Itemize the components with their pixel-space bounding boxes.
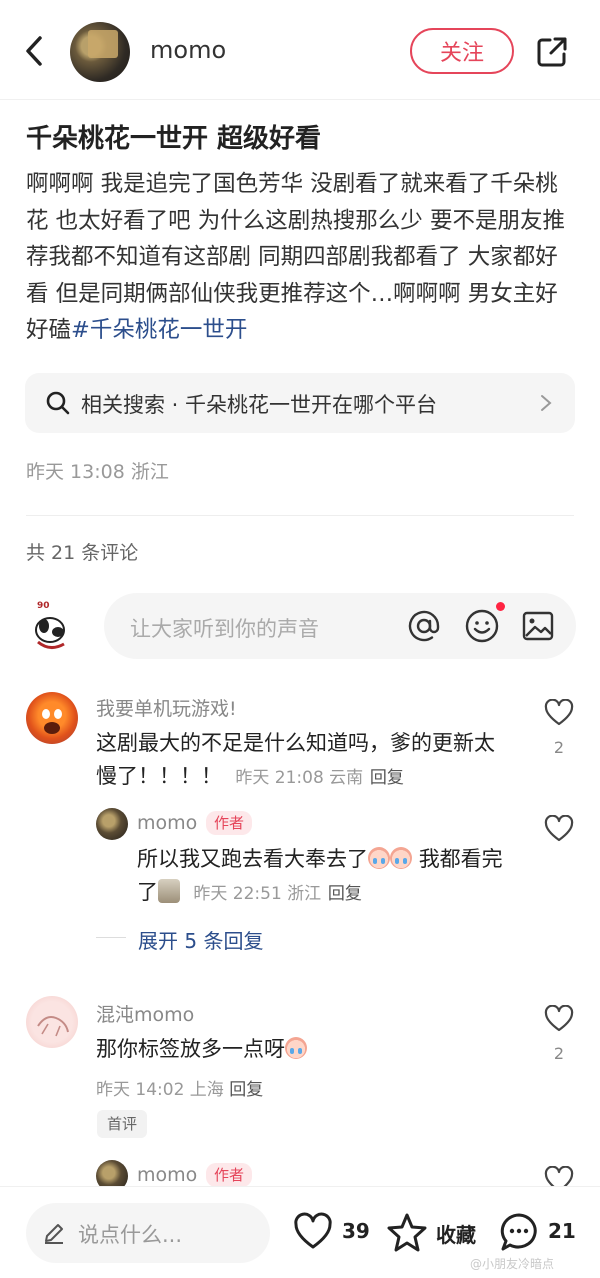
watermark: @小朋友冷暗点 bbox=[470, 1257, 555, 1271]
author-avatar[interactable] bbox=[70, 22, 130, 82]
comment-bubble-icon[interactable] bbox=[498, 1211, 540, 1253]
crying-emoji-icon bbox=[285, 1037, 307, 1059]
heart-icon[interactable] bbox=[292, 1211, 334, 1253]
like-count: 2 bbox=[553, 738, 565, 757]
image-icon[interactable] bbox=[520, 608, 556, 644]
author-tag: 作者 bbox=[206, 1163, 253, 1187]
comment-input[interactable]: 说点什么... bbox=[26, 1203, 270, 1263]
author-tag: 作者 bbox=[206, 811, 253, 835]
post-body: 啊啊啊 我是追完了国色芳华 没剧看了就来看了千朵桃花 也太好看了吧 为什么这剧热… bbox=[26, 166, 578, 349]
reply-button[interactable]: 回复 bbox=[328, 884, 362, 904]
commenter-name[interactable]: 我要单机玩游戏! bbox=[96, 694, 237, 721]
top-bar: momo 关注 bbox=[0, 0, 600, 100]
expand-divider bbox=[96, 937, 126, 938]
emoji-icon[interactable] bbox=[464, 608, 500, 644]
comment-count: 共 21 条评论 bbox=[26, 542, 139, 564]
comment-time-location: 昨天 14:02 上海 bbox=[96, 1080, 224, 1100]
comment-time-location: 昨天 21:08 云南 bbox=[235, 768, 364, 788]
avatar-caption: 90 bbox=[37, 601, 50, 611]
follow-button[interactable]: 关注 bbox=[410, 28, 514, 74]
back-arrow-icon[interactable] bbox=[20, 34, 50, 68]
author-username[interactable]: momo bbox=[150, 36, 226, 64]
comment-total: 21 bbox=[548, 1219, 576, 1243]
comment-composer[interactable]: 让大家听到你的声音 bbox=[104, 593, 576, 659]
comment-meta: 昨天 14:02 上海 回复 bbox=[96, 1075, 263, 1100]
reply-button[interactable]: 回复 bbox=[229, 1080, 263, 1100]
share-icon[interactable] bbox=[534, 34, 570, 70]
commenter-avatar[interactable] bbox=[26, 996, 78, 1048]
commenter-avatar[interactable] bbox=[26, 692, 78, 744]
crying-emoji-icon bbox=[368, 847, 390, 869]
composer-placeholder[interactable]: 让大家听到你的声音 bbox=[130, 613, 319, 643]
my-avatar: 90 bbox=[35, 601, 65, 649]
related-search-text: 相关搜索 · 千朵桃花一世开在哪个平台 bbox=[81, 393, 438, 417]
post-date-location: 昨天 13:08 浙江 bbox=[26, 461, 169, 483]
reply-text: 所以我又跑去看大奉去了 我都看完了 昨天 22:51 浙江 回复 bbox=[137, 843, 517, 911]
post-title: 千朵桃花一世开 超级好看 bbox=[26, 124, 322, 154]
heart-icon[interactable] bbox=[544, 1005, 574, 1033]
crying-emoji-icon bbox=[390, 847, 412, 869]
reply-button[interactable]: 回复 bbox=[370, 768, 404, 788]
replier-name[interactable]: momo bbox=[137, 812, 197, 834]
hashtag-link[interactable]: #千朵桃花一世开 bbox=[71, 317, 247, 343]
like-total: 39 bbox=[342, 1219, 370, 1243]
pencil-icon bbox=[45, 1224, 63, 1244]
at-mention-icon[interactable] bbox=[406, 608, 442, 644]
sticker-icon bbox=[158, 879, 180, 903]
replier-name[interactable]: momo bbox=[137, 1164, 197, 1186]
heart-icon[interactable] bbox=[544, 815, 574, 843]
face-icon bbox=[42, 709, 62, 734]
expand-replies-button[interactable]: 展开 5 条回复 bbox=[138, 925, 263, 954]
replier-avatar[interactable] bbox=[96, 808, 128, 840]
sketch-icon bbox=[37, 1016, 69, 1037]
comment-text: 这剧最大的不足是什么知道吗，爹的更新太慢了！！！！ 昨天 21:08 云南 回复 bbox=[96, 727, 496, 795]
comment-text: 那你标签放多一点呀 bbox=[96, 1033, 496, 1066]
chevron-right-icon bbox=[541, 395, 552, 411]
related-search-bar[interactable]: 相关搜索 · 千朵桃花一世开在哪个平台 bbox=[25, 373, 575, 433]
first-comment-badge: 首评 bbox=[97, 1110, 148, 1138]
comment-input-placeholder[interactable]: 说点什么... bbox=[78, 1219, 182, 1249]
star-icon[interactable] bbox=[386, 1211, 428, 1253]
notification-dot bbox=[496, 602, 505, 611]
comment-body: 那你标签放多一点呀 bbox=[96, 1037, 285, 1061]
divider bbox=[26, 515, 574, 516]
commenter-name[interactable]: 混沌momo bbox=[96, 1000, 194, 1027]
heart-icon[interactable] bbox=[544, 699, 574, 727]
reply-body-a: 所以我又跑去看大奉去了 bbox=[137, 847, 368, 871]
like-count: 2 bbox=[553, 1044, 565, 1063]
collect-label[interactable]: 收藏 bbox=[436, 1219, 476, 1248]
reply-time-location: 昨天 22:51 浙江 bbox=[193, 884, 322, 904]
search-icon bbox=[46, 391, 70, 415]
